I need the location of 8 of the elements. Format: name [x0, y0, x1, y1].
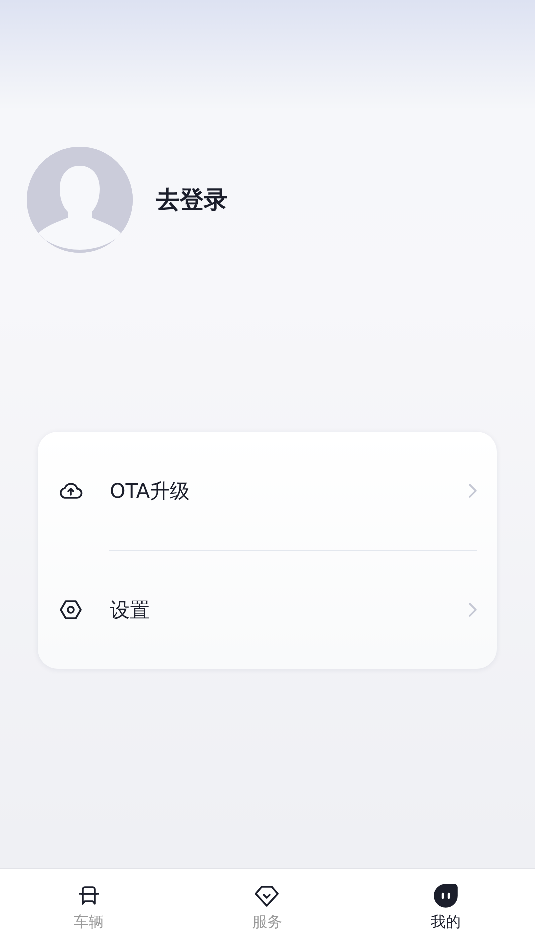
menu-item[interactable]: 设置 — [38, 551, 497, 669]
chevron-right-icon — [467, 482, 479, 500]
tab[interactable]: 我的 — [356, 869, 535, 951]
menu-item[interactable]: OTA升级 — [38, 432, 497, 550]
face-icon — [432, 883, 459, 909]
diamond-icon — [254, 883, 280, 909]
login-link[interactable]: 去登录 — [156, 184, 228, 216]
chevron-right-icon — [467, 601, 479, 619]
